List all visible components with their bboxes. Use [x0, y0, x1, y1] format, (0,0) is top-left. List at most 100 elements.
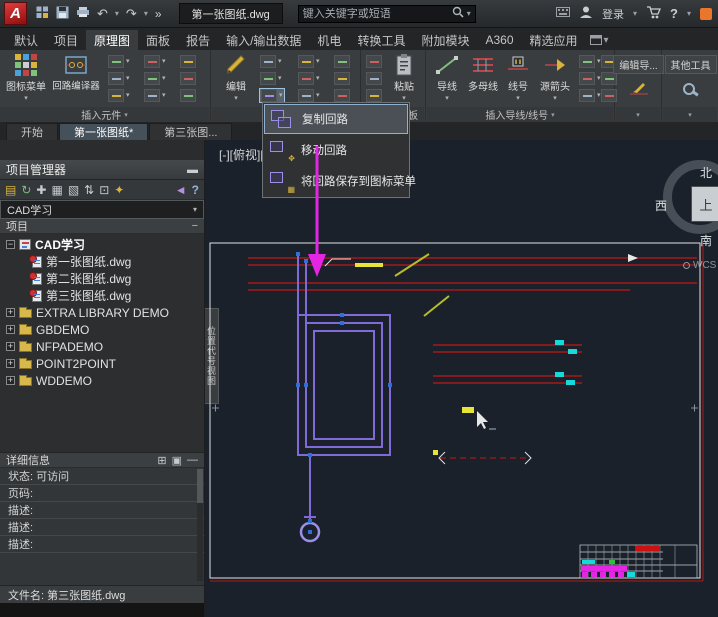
tool-caret-icon[interactable]: ▾ — [278, 57, 282, 65]
qat-overflow-icon[interactable]: » — [155, 7, 162, 21]
ribbon-tool-icon[interactable] — [601, 89, 617, 102]
tree-item-project[interactable]: + POINT2POINT — [0, 355, 204, 372]
tree-item-project[interactable]: + NFPADEMO — [0, 338, 204, 355]
expander-plus-icon[interactable]: + — [6, 308, 15, 317]
plot-project-icon[interactable]: ⊡ — [99, 184, 109, 196]
section-collapse-icon[interactable]: − — [192, 220, 198, 232]
edit-wire-panel-label[interactable]: 编辑导... — [613, 55, 663, 74]
save-icon[interactable] — [56, 6, 69, 22]
details-preview-icon[interactable]: ⊞ — [157, 454, 166, 467]
ribbon-tool-icon[interactable] — [579, 72, 595, 85]
expander-plus-icon[interactable]: + — [6, 359, 15, 368]
undo-icon[interactable]: ↶ — [97, 7, 108, 20]
ribbon-panel-other-tools-collapsed[interactable]: 其他工具 ▾ — [663, 50, 718, 122]
tool-caret-icon[interactable]: ▾ — [162, 57, 166, 65]
ribbon-tool-icon[interactable] — [144, 72, 160, 85]
menu-item-copy-circuit[interactable]: 复制回路 — [264, 104, 408, 134]
tree-item-active-project[interactable]: − CAD学习 — [0, 236, 204, 253]
tree-item-project[interactable]: + WDDEMO — [0, 372, 204, 389]
ribbon-tool-icon[interactable] — [579, 89, 595, 102]
other-tools-panel-label[interactable]: 其他工具 — [665, 55, 717, 74]
red-wires[interactable] — [248, 258, 697, 383]
ribbon-tab-panel[interactable]: 面板 — [138, 30, 178, 50]
tool-caret-icon[interactable]: ▾ — [597, 91, 601, 99]
ribbon-tab-addins[interactable]: 附加模块 — [413, 30, 477, 50]
match-icon[interactable] — [366, 89, 382, 102]
plot-icon[interactable] — [76, 6, 90, 21]
tool-caret-icon[interactable]: ▾ — [126, 57, 130, 65]
file-tab-drawing1[interactable]: 第一张图纸* — [59, 123, 148, 140]
wire-button[interactable]: 导线 ▾ — [432, 53, 462, 106]
expander-plus-icon[interactable]: + — [6, 342, 15, 351]
a360-app-icon[interactable] — [700, 8, 712, 20]
ribbon-tab-electromechanical[interactable]: 机电 — [309, 30, 349, 50]
keyboard-icon[interactable] — [556, 7, 570, 20]
ribbon-tab-reports[interactable]: 报告 — [178, 30, 218, 50]
viewcube-face[interactable]: 上 — [691, 186, 718, 222]
paste-button[interactable]: 粘贴 ▾ — [386, 53, 422, 106]
ribbon-tool-icon[interactable] — [298, 89, 314, 102]
open-project-icon[interactable]: ▤ — [5, 184, 16, 196]
tool-caret-icon[interactable]: ▾ — [126, 74, 130, 82]
workspace-icon[interactable] — [36, 6, 49, 22]
expander-plus-icon[interactable]: + — [6, 325, 15, 334]
tool-caret-icon[interactable]: ▾ — [278, 74, 282, 82]
project-manager-titlebar[interactable]: 项目管理器 ▬ — [0, 160, 204, 180]
menu-item-move-circuit[interactable]: ✥ 移动回路 — [264, 134, 408, 165]
tool-caret-icon[interactable]: ▾ — [597, 74, 601, 82]
yellow-highlights[interactable] — [355, 254, 474, 413]
ribbon-tool-icon[interactable] — [180, 55, 196, 68]
menu-item-save-circuit-to-icon-menu[interactable]: ▦ 将回路保存到图标菜单 — [264, 165, 408, 196]
details-image-icon[interactable]: ▣ — [172, 454, 182, 467]
palette-minimize-icon[interactable]: ▬ — [187, 164, 198, 176]
search-input[interactable] — [303, 8, 449, 20]
ribbon-tool-icon[interactable] — [579, 55, 595, 68]
ribbon-tool-icon[interactable] — [334, 55, 350, 68]
copy-icon[interactable] — [366, 72, 382, 85]
redo-caret-icon[interactable]: ▾ — [144, 9, 148, 18]
projects-section-header[interactable]: 项目 − — [0, 219, 204, 234]
new-drawing-icon[interactable]: ✚ — [36, 184, 46, 196]
project-selector-combo[interactable]: CAD学习 ▾ — [0, 200, 204, 219]
drawing-list-icon[interactable]: ▦ — [51, 184, 62, 196]
ribbon-tool-icon[interactable] — [180, 72, 196, 85]
viewcube-south[interactable]: 南 — [700, 232, 712, 249]
refresh-icon[interactable]: ↻ — [21, 184, 31, 196]
scrollbar-thumb[interactable] — [197, 469, 203, 503]
tree-item-drawing[interactable]: 第三张图纸.dwg — [0, 287, 204, 304]
ribbon-tool-icon[interactable] — [180, 89, 196, 102]
viewcube-west[interactable]: 西 — [655, 197, 667, 214]
ribbon-tool-icon[interactable] — [144, 89, 160, 102]
model-space-canvas[interactable]: [-][俯视][二维线框] 位置代号视图 — [205, 140, 718, 617]
drawing-geometry[interactable] — [205, 140, 718, 617]
tool-caret-icon[interactable]: ▾ — [316, 74, 320, 82]
tree-item-project[interactable]: + EXTRA LIBRARY DEMO — [0, 304, 204, 321]
edit-component-button[interactable]: 编辑 ▾ — [216, 53, 256, 106]
ribbon-panel-edit-wire-collapsed[interactable]: 编辑导... ▾ — [616, 50, 662, 122]
drawing-border[interactable] — [210, 243, 703, 581]
file-tab-drawing3[interactable]: 第三张图... — [149, 123, 232, 140]
ribbon-tab-import-export[interactable]: 输入/输出数据 — [218, 30, 309, 50]
signin-caret-icon[interactable]: ▾ — [633, 9, 637, 18]
ribbon-tab-schematic[interactable]: 原理图 — [86, 30, 138, 50]
search-icon[interactable] — [452, 5, 464, 23]
utilities-icon[interactable]: ✦ — [114, 184, 124, 196]
tree-item-drawing[interactable]: 第一张图纸.dwg — [0, 253, 204, 270]
ribbon-tool-icon[interactable] — [298, 55, 314, 68]
tool-caret-icon[interactable]: ▾ — [162, 74, 166, 82]
wcs-indicator[interactable]: WCS — [683, 260, 716, 271]
expander-plus-icon[interactable]: + — [6, 376, 15, 385]
ribbon-tool-icon[interactable] — [298, 72, 314, 85]
viewcube-north[interactable]: 北 — [700, 164, 712, 181]
circuit-builder-button[interactable]: 回路编译器 — [50, 53, 102, 106]
selected-circuit[interactable] — [298, 254, 390, 541]
wire-number-button[interactable]: 线号 ▾ — [504, 53, 532, 106]
expander-minus-icon[interactable]: − — [6, 240, 15, 249]
exchange-apps-cart-icon[interactable] — [646, 6, 661, 22]
details-collapse-icon[interactable]: — — [187, 454, 198, 467]
help-icon[interactable]: ? — [670, 6, 678, 21]
search-scope-caret-icon[interactable]: ▾ — [467, 9, 471, 18]
app-menu-button[interactable]: A — [4, 2, 27, 25]
ribbon-tool-icon[interactable] — [334, 72, 350, 85]
ribbon-tool-icon[interactable] — [260, 72, 276, 85]
